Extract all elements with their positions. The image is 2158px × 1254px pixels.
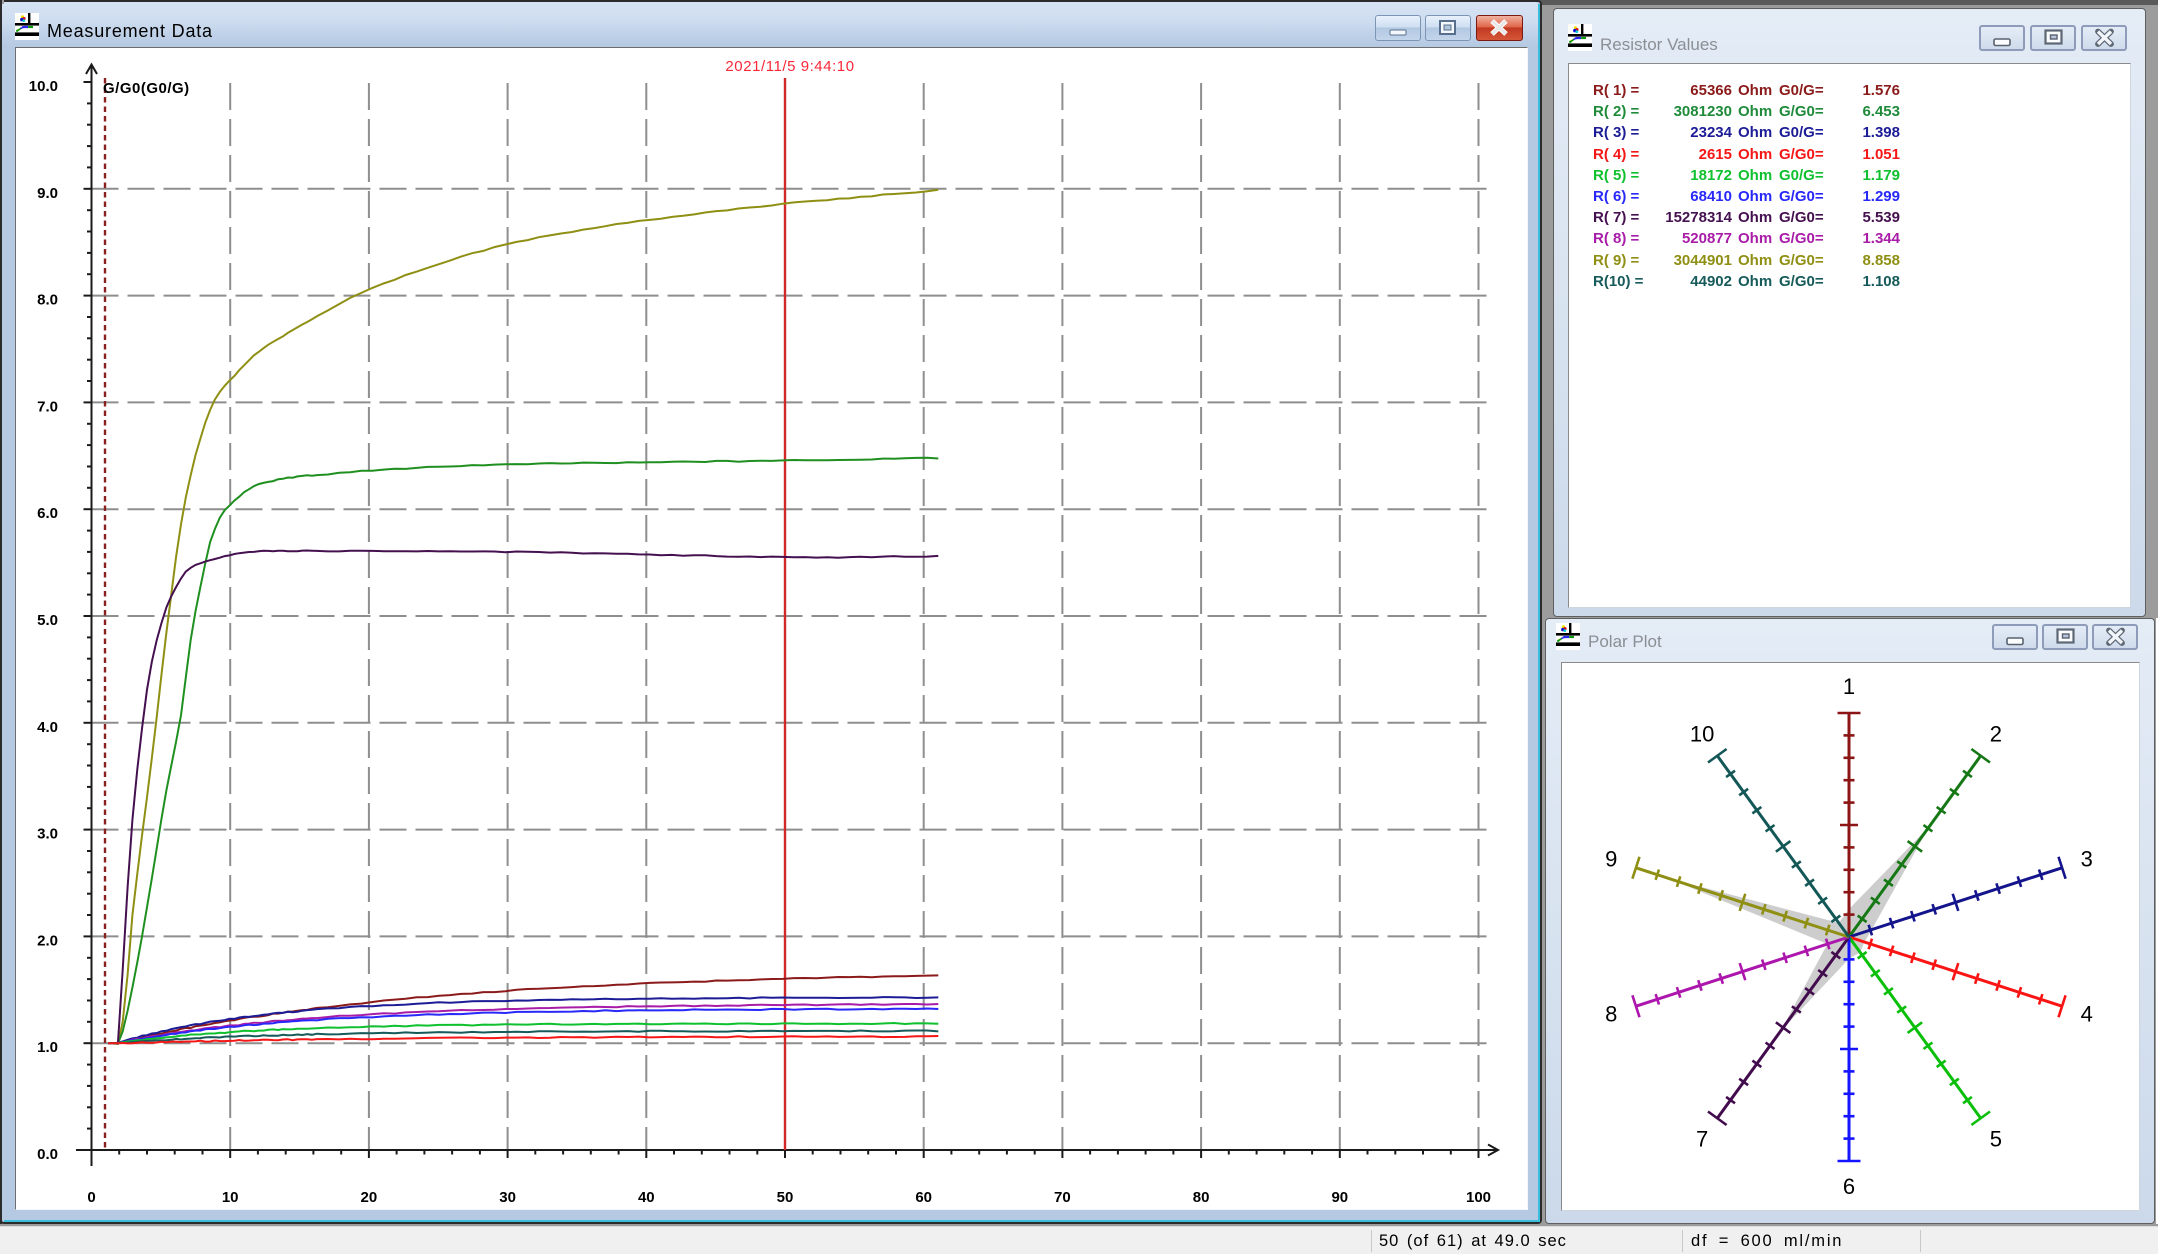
svg-text:1.0: 1.0 <box>37 1039 58 1056</box>
svg-text:100: 100 <box>1466 1189 1491 1206</box>
svg-text:4: 4 <box>2081 1001 2093 1026</box>
svg-text:0: 0 <box>87 1189 95 1206</box>
svg-text:5: 5 <box>1990 1126 2002 1151</box>
svg-text:80: 80 <box>1193 1189 1210 1206</box>
svg-text:6: 6 <box>1843 1174 1855 1199</box>
svg-text:9.0: 9.0 <box>37 185 58 202</box>
svg-text:10: 10 <box>222 1189 239 1206</box>
svg-text:4.0: 4.0 <box>37 719 58 736</box>
svg-text:2: 2 <box>1990 722 2002 747</box>
svg-text:10.0: 10.0 <box>29 78 58 95</box>
svg-text:70: 70 <box>1054 1189 1071 1206</box>
svg-text:1: 1 <box>1843 674 1855 699</box>
svg-text:7: 7 <box>1696 1126 1708 1151</box>
svg-text:8.0: 8.0 <box>37 292 58 309</box>
svg-text:6.0: 6.0 <box>37 505 58 522</box>
svg-text:5.0: 5.0 <box>37 612 58 629</box>
svg-text:90: 90 <box>1331 1189 1348 1206</box>
svg-text:30: 30 <box>499 1189 516 1206</box>
svg-text:9: 9 <box>1605 847 1617 872</box>
svg-text:7.0: 7.0 <box>37 398 58 415</box>
svg-text:20: 20 <box>361 1189 378 1206</box>
svg-text:2021/11/5 9:44:10: 2021/11/5 9:44:10 <box>725 58 854 75</box>
svg-text:10: 10 <box>1690 722 1714 747</box>
svg-text:8: 8 <box>1605 1001 1617 1026</box>
svg-text:0.0: 0.0 <box>37 1146 58 1163</box>
svg-text:40: 40 <box>638 1189 655 1206</box>
svg-text:50: 50 <box>777 1189 794 1206</box>
svg-text:G/G0(G0/G): G/G0(G0/G) <box>103 80 190 97</box>
svg-text:60: 60 <box>915 1189 932 1206</box>
svg-text:3: 3 <box>2081 847 2093 872</box>
svg-text:2.0: 2.0 <box>37 932 58 949</box>
svg-text:3.0: 3.0 <box>37 826 58 843</box>
